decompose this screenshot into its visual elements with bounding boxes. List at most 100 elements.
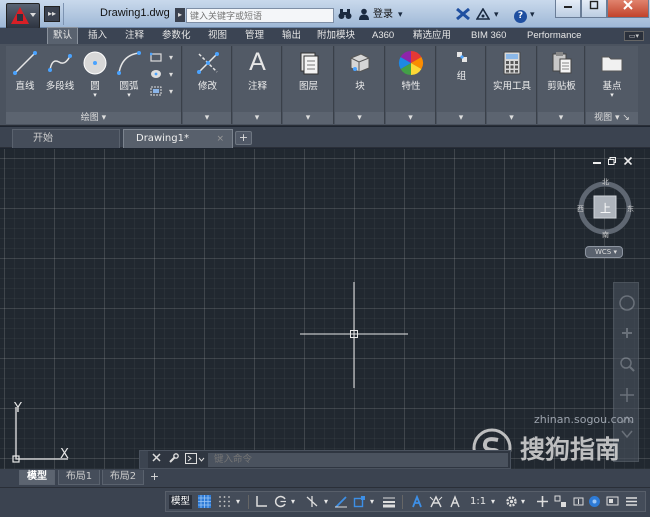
compass-south[interactable]: 南: [602, 230, 609, 240]
chevron-down-icon[interactable]: ▾: [164, 86, 178, 98]
user-icon[interactable]: [358, 8, 370, 22]
polar-tracking-icon[interactable]: [273, 495, 287, 509]
tab-layout2[interactable]: 布局2: [102, 470, 144, 485]
chevron-down-icon[interactable]: ▾: [488, 495, 498, 509]
close-button[interactable]: [607, 0, 649, 18]
arc-tool[interactable]: 圆弧 ▾: [114, 50, 144, 100]
search-input[interactable]: [186, 8, 334, 23]
line-tool[interactable]: 直线: [10, 50, 40, 92]
layers-tool[interactable]: 图层: [291, 50, 326, 92]
tab-featured-apps[interactable]: 精选应用: [413, 28, 451, 44]
command-prompt-icon[interactable]: [185, 453, 205, 469]
command-input[interactable]: [208, 453, 508, 467]
object-snap-icon[interactable]: [352, 495, 366, 509]
customization-menu-icon[interactable]: [624, 495, 638, 509]
chevron-down-icon[interactable]: ▾: [164, 52, 178, 64]
chevron-down-icon[interactable]: ▾: [164, 69, 178, 81]
annotation-scale-icon[interactable]: [447, 495, 463, 509]
quick-access-toolbar-button[interactable]: ▸▸: [44, 6, 60, 22]
binoculars-icon[interactable]: [338, 8, 352, 22]
utilities-panel-footer[interactable]: ▾: [487, 112, 536, 124]
modify-tool[interactable]: 修改: [191, 50, 224, 92]
auto-scale-icon[interactable]: [428, 495, 444, 509]
tab-layout1[interactable]: 布局1: [58, 470, 100, 485]
close-command-line-icon[interactable]: [152, 453, 161, 466]
annotation-tool[interactable]: A 注释: [241, 48, 274, 92]
screen-icon[interactable]: [605, 495, 619, 509]
clipboard-tool[interactable]: 剪贴板: [540, 50, 583, 92]
base-view-tool[interactable]: 基点 ▾: [590, 50, 634, 100]
boundary-icon[interactable]: [149, 86, 163, 98]
groups-panel-footer[interactable]: ▾: [437, 112, 485, 124]
polyline-tool[interactable]: 多段线: [43, 50, 77, 92]
tab-bim360[interactable]: BIM 360: [471, 28, 506, 44]
wrench-icon[interactable]: [168, 453, 179, 468]
tab-insert[interactable]: 插入: [88, 28, 107, 44]
new-tab-button[interactable]: +: [235, 131, 252, 145]
ortho-mode-icon[interactable]: [254, 495, 268, 509]
lineweight-icon[interactable]: [381, 495, 397, 509]
compass-north[interactable]: 北: [602, 177, 609, 187]
new-layout-button[interactable]: +: [147, 471, 162, 484]
search-expand-button[interactable]: ▸: [175, 8, 185, 22]
exchange-apps-icon[interactable]: [456, 7, 470, 22]
viewport-close-icon[interactable]: [623, 156, 633, 168]
modify-panel-footer[interactable]: ▾: [183, 112, 231, 124]
close-tab-icon[interactable]: ×: [216, 130, 224, 148]
properties-tool[interactable]: 特性: [393, 50, 429, 92]
wcs-menu[interactable]: WCS ▾: [585, 246, 623, 258]
tab-a360[interactable]: A360: [372, 28, 394, 44]
tab-default[interactable]: 默认: [47, 27, 79, 44]
compass-west[interactable]: 西: [577, 204, 584, 214]
a360-dropdown-icon[interactable]: ▾: [494, 8, 499, 22]
chevron-down-icon[interactable]: ▾: [321, 495, 331, 509]
compass-east[interactable]: 东: [627, 204, 634, 214]
chevron-down-icon[interactable]: ▾: [288, 495, 298, 509]
application-menu-button[interactable]: [6, 3, 40, 29]
circle-tool[interactable]: 圆 ▾: [80, 50, 110, 100]
tab-manage[interactable]: 管理: [245, 28, 264, 44]
tab-output[interactable]: 输出: [282, 28, 301, 44]
rectangle-icon[interactable]: [149, 52, 163, 64]
tab-parametric[interactable]: 参数化: [162, 28, 191, 44]
draw-panel-footer[interactable]: 绘图 ▾: [6, 112, 181, 124]
block-tool[interactable]: 块: [342, 50, 378, 92]
help-icon[interactable]: ?: [514, 8, 527, 23]
hatch-icon[interactable]: [149, 69, 163, 81]
viewcube-top-face[interactable]: 上: [600, 200, 611, 216]
tab-start[interactable]: 开始: [12, 129, 120, 148]
command-line-drag-handle[interactable]: [140, 451, 148, 468]
isometric-drafting-icon[interactable]: [304, 495, 320, 509]
maximize-button[interactable]: [581, 0, 607, 18]
minimize-button[interactable]: [555, 0, 581, 18]
layers-panel-footer[interactable]: ▾: [283, 112, 333, 124]
block-panel-footer[interactable]: ▾: [335, 112, 384, 124]
login-dropdown-icon[interactable]: ▾: [398, 8, 403, 22]
annotation-scale-value[interactable]: 1:1: [470, 495, 486, 509]
annotation-visibility-icon[interactable]: [409, 494, 425, 509]
model-space-button[interactable]: 模型: [169, 495, 193, 509]
clean-screen-icon[interactable]: [587, 495, 601, 509]
isolate-objects-icon[interactable]: [553, 495, 567, 509]
viewport-restore-icon[interactable]: [608, 157, 616, 168]
tab-model[interactable]: 模型: [19, 470, 55, 485]
group-tool[interactable]: 组: [444, 50, 479, 82]
tab-view[interactable]: 视图: [208, 28, 227, 44]
properties-panel-footer[interactable]: ▾: [386, 112, 435, 124]
hardware-acceleration-icon[interactable]: [571, 495, 585, 509]
annotation-panel-footer[interactable]: ▾: [233, 112, 281, 124]
grid-display-icon[interactable]: [197, 495, 211, 509]
viewcube[interactable]: 北 南 东 西 上: [577, 177, 634, 242]
plus-icon[interactable]: [535, 495, 549, 509]
chevron-down-icon[interactable]: ▾: [518, 495, 528, 509]
object-snap-tracking-icon[interactable]: [334, 495, 348, 509]
chevron-down-icon[interactable]: ▾: [367, 495, 377, 509]
clipboard-panel-footer[interactable]: ▾: [538, 112, 584, 124]
view-panel-footer[interactable]: 视图 ▾ ↘: [586, 112, 638, 124]
tab-drawing1[interactable]: Drawing1* ×: [123, 129, 233, 148]
login-button[interactable]: 登录: [373, 8, 393, 22]
snap-mode-icon[interactable]: [217, 495, 231, 509]
workspace-gear-icon[interactable]: [504, 495, 518, 509]
tab-addins[interactable]: 附加模块: [317, 28, 355, 44]
utilities-tool[interactable]: 实用工具: [490, 50, 534, 92]
